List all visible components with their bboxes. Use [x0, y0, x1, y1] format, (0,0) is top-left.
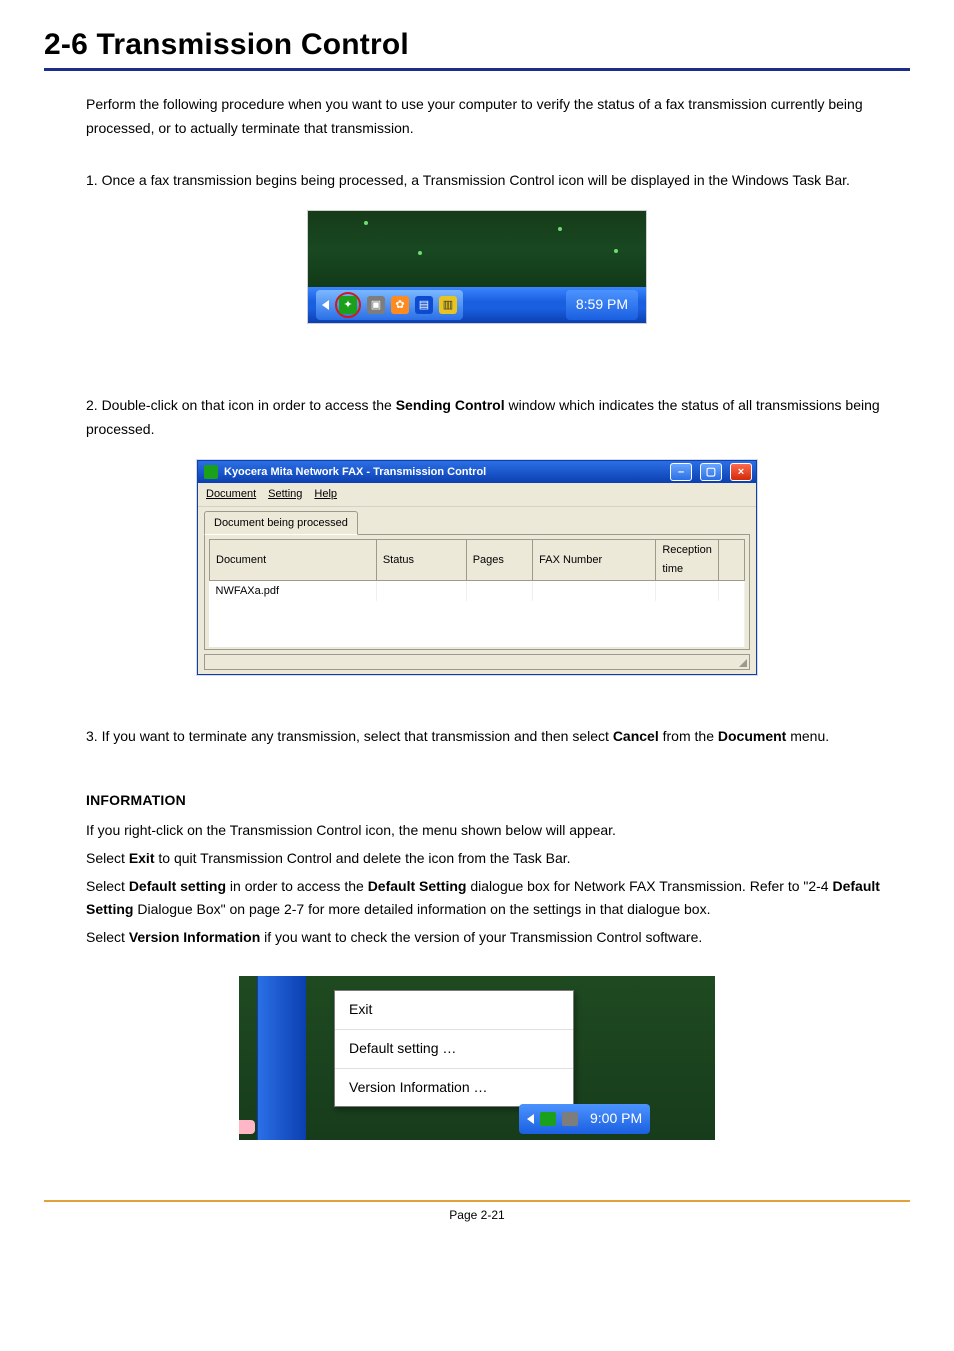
- menu-item-version-information[interactable]: Version Information …: [335, 1069, 573, 1107]
- info-line-2: Select Exit to quit Transmission Control…: [86, 847, 910, 871]
- default-setting-label: Default setting: [129, 878, 226, 894]
- transmission-control-icon[interactable]: ✦: [339, 296, 357, 314]
- figure-3-wrap: Exit Default setting … Version Informati…: [44, 976, 910, 1140]
- status-bar: [204, 654, 750, 670]
- tray-context-menu: Exit Default setting … Version Informati…: [334, 990, 574, 1107]
- tray-icon[interactable]: ✿: [391, 296, 409, 314]
- tray-icon[interactable]: ▥: [439, 296, 457, 314]
- tray-icons-group: ✦ ▣ ✿ ▤ ▥: [316, 290, 463, 320]
- cell-document: NWFAXa.pdf: [210, 580, 377, 601]
- exit-label: Exit: [129, 850, 155, 866]
- tray-collapse-icon[interactable]: [527, 1114, 534, 1124]
- page-number: Page 2-21: [44, 1208, 910, 1222]
- transmission-control-icon-highlight[interactable]: ✦: [335, 292, 361, 318]
- col-fax-number[interactable]: FAX Number: [533, 540, 656, 580]
- heading-rule: [44, 68, 910, 71]
- info-line-3: Select Default setting in order to acces…: [86, 875, 910, 923]
- step-3-text-mid: from the: [659, 728, 718, 744]
- info-line-4: Select Version Information if you want t…: [86, 926, 910, 950]
- step-3-text-pre: 3. If you want to terminate any transmis…: [86, 728, 613, 744]
- section-heading: 2-6 Transmission Control: [44, 28, 910, 62]
- col-pages[interactable]: Pages: [466, 540, 532, 580]
- figure-2-wrap: Kyocera Mita Network FAX - Transmission …: [44, 460, 910, 675]
- menu-item-exit[interactable]: Exit: [335, 991, 573, 1030]
- taskbar-clock: 9:00 PM: [590, 1107, 642, 1131]
- information-heading: INFORMATION: [86, 789, 910, 813]
- transmission-control-window: Kyocera Mita Network FAX - Transmission …: [197, 460, 757, 675]
- default-setting-dialog-label: Default Setting: [368, 878, 467, 894]
- window-titlebar: Kyocera Mita Network FAX - Transmission …: [198, 461, 756, 483]
- col-reception-time[interactable]: Reception time: [656, 540, 719, 580]
- tab-document-being-processed[interactable]: Document being processed: [204, 511, 358, 536]
- step-3-text-post: menu.: [786, 728, 829, 744]
- tray-icon[interactable]: ▣: [367, 296, 385, 314]
- footer-rule: [44, 1200, 910, 1202]
- taskbar-clock: 8:59 PM: [566, 290, 638, 320]
- menu-setting[interactable]: Setting: [268, 485, 302, 504]
- pink-corner-decoration: [239, 1120, 255, 1134]
- document-menu-label: Document: [718, 728, 786, 744]
- version-information-label: Version Information: [129, 929, 260, 945]
- minimize-button[interactable]: –: [670, 463, 692, 481]
- step-1: 1. Once a fax transmission begins being …: [44, 169, 910, 193]
- app-icon: [204, 465, 218, 479]
- col-scroll-spacer: [718, 540, 744, 580]
- desktop-background: [308, 211, 646, 287]
- tray-icon[interactable]: ▤: [415, 296, 433, 314]
- tray-icon[interactable]: [562, 1112, 578, 1126]
- menu-document[interactable]: Document: [206, 485, 256, 504]
- transmission-table: Document Status Pages FAX Number Recepti…: [209, 539, 745, 647]
- window-title: Kyocera Mita Network FAX - Transmission …: [224, 463, 486, 482]
- figure-1-wrap: ✦ ▣ ✿ ▤ ▥ 8:59 PM: [44, 210, 910, 324]
- information-body: If you right-click on the Transmission C…: [86, 819, 910, 950]
- menu-bar: Document Setting Help: [198, 483, 756, 507]
- body: Perform the following procedure when you…: [44, 93, 910, 1140]
- step-2: 2. Double-click on that icon in order to…: [44, 394, 910, 442]
- transmission-control-icon[interactable]: [540, 1112, 556, 1126]
- document-page: 2-6 Transmission Control Perform the fol…: [0, 0, 954, 1242]
- information-block: INFORMATION If you right-click on the Tr…: [44, 789, 910, 950]
- maximize-button[interactable]: ▢: [700, 463, 722, 481]
- menu-item-default-setting[interactable]: Default setting …: [335, 1030, 573, 1069]
- cancel-label: Cancel: [613, 728, 659, 744]
- info-line-1: If you right-click on the Transmission C…: [86, 819, 910, 843]
- taskbar-vertical-slice: [257, 976, 306, 1140]
- intro-paragraph: Perform the following procedure when you…: [44, 93, 910, 141]
- table-row[interactable]: NWFAXa.pdf: [210, 580, 745, 601]
- tab-row: Document being processed: [198, 507, 756, 535]
- step-2-text-pre: 2. Double-click on that icon in order to…: [86, 397, 396, 413]
- close-button[interactable]: ×: [730, 463, 752, 481]
- menu-help[interactable]: Help: [314, 485, 337, 504]
- tray-icons-group: 9:00 PM: [519, 1104, 650, 1134]
- tray-collapse-icon[interactable]: [322, 300, 329, 310]
- step-3: 3. If you want to terminate any transmis…: [44, 725, 910, 749]
- system-tray: ✦ ▣ ✿ ▤ ▥ 8:59 PM: [308, 287, 646, 323]
- col-document[interactable]: Document: [210, 540, 377, 580]
- tab-content: Document Status Pages FAX Number Recepti…: [204, 534, 750, 650]
- sending-control-label: Sending Control: [396, 397, 505, 413]
- figure-taskbar: ✦ ▣ ✿ ▤ ▥ 8:59 PM: [307, 210, 647, 324]
- col-status[interactable]: Status: [376, 540, 466, 580]
- figure-context-menu: Exit Default setting … Version Informati…: [239, 976, 715, 1140]
